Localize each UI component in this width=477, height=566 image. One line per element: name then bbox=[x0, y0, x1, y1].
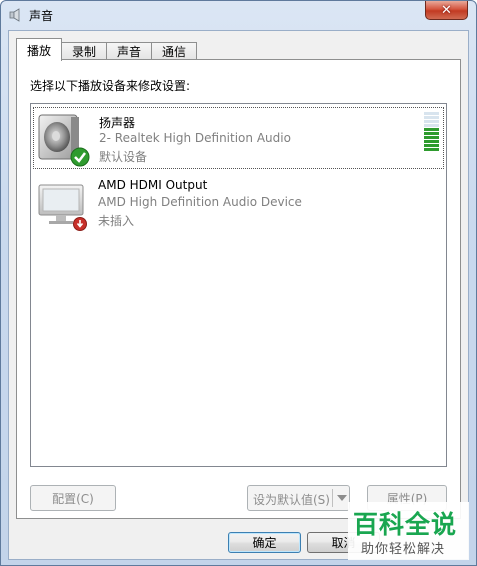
chevron-down-icon[interactable] bbox=[337, 495, 347, 501]
default-check-icon bbox=[70, 147, 90, 167]
tab-strip: 播放 录制 声音 通信 bbox=[16, 38, 198, 61]
meter-segment bbox=[424, 120, 439, 123]
device-name: 扬声器 bbox=[99, 116, 136, 130]
meter-segment bbox=[424, 148, 439, 151]
meter-segment bbox=[424, 136, 439, 139]
meter-segment bbox=[424, 144, 439, 147]
tab-recording[interactable]: 录制 bbox=[61, 42, 108, 60]
tab-sounds[interactable]: 声音 bbox=[106, 42, 153, 60]
meter-segment bbox=[424, 128, 439, 131]
tab-playback[interactable]: 播放 bbox=[16, 38, 63, 61]
device-description: AMD High Definition Audio Device bbox=[98, 195, 302, 209]
split-separator bbox=[332, 489, 333, 507]
meter-segment bbox=[424, 140, 439, 143]
unplugged-icon bbox=[73, 217, 87, 231]
watermark-logo: 百科全说 助你轻松解决 bbox=[348, 502, 469, 560]
set-default-label: 设为默认值(S) bbox=[253, 493, 330, 507]
configure-button[interactable]: 配置(C) bbox=[30, 485, 116, 511]
ok-button[interactable]: 确定 bbox=[228, 532, 301, 553]
meter-segment bbox=[424, 116, 439, 119]
sound-dialog-window: 声音 ✕ 播放 录制 声音 通信 选择以下播放设备来修改设置: 扬声器 2- R… bbox=[0, 0, 477, 566]
tab-communications[interactable]: 通信 bbox=[151, 42, 198, 60]
meter-segment bbox=[424, 112, 439, 115]
title-bar[interactable]: 声音 ✕ bbox=[1, 1, 476, 29]
close-button[interactable]: ✕ bbox=[425, 1, 468, 20]
volume-level-meter bbox=[424, 112, 439, 152]
playback-instruction: 选择以下播放设备来修改设置: bbox=[30, 79, 191, 93]
dialog-client-area: 播放 录制 声音 通信 选择以下播放设备来修改设置: 扬声器 2- Realte… bbox=[8, 30, 469, 560]
meter-segment bbox=[424, 132, 439, 135]
device-status: 默认设备 bbox=[99, 150, 148, 164]
close-icon: ✕ bbox=[441, 2, 452, 18]
device-item-hdmi[interactable]: AMD HDMI Output AMD High Definition Audi… bbox=[33, 172, 444, 234]
speaker-title-icon bbox=[9, 8, 20, 22]
watermark-title: 百科全说 bbox=[353, 510, 458, 539]
device-name: AMD HDMI Output bbox=[98, 178, 208, 192]
device-description: 2- Realtek High Definition Audio bbox=[99, 131, 291, 145]
set-default-button[interactable]: 设为默认值(S) bbox=[247, 485, 350, 511]
playback-device-list[interactable]: 扬声器 2- Realtek High Definition Audio 默认设… bbox=[30, 103, 447, 467]
device-status: 未插入 bbox=[98, 214, 135, 228]
meter-segment bbox=[424, 124, 439, 127]
window-title: 声音 bbox=[29, 9, 54, 23]
watermark-subtitle: 助你轻松解决 bbox=[361, 542, 446, 557]
device-item-speakers[interactable]: 扬声器 2- Realtek High Definition Audio 默认设… bbox=[33, 107, 444, 169]
playback-panel: 选择以下播放设备来修改设置: 扬声器 2- Realtek High Defin… bbox=[16, 59, 461, 519]
